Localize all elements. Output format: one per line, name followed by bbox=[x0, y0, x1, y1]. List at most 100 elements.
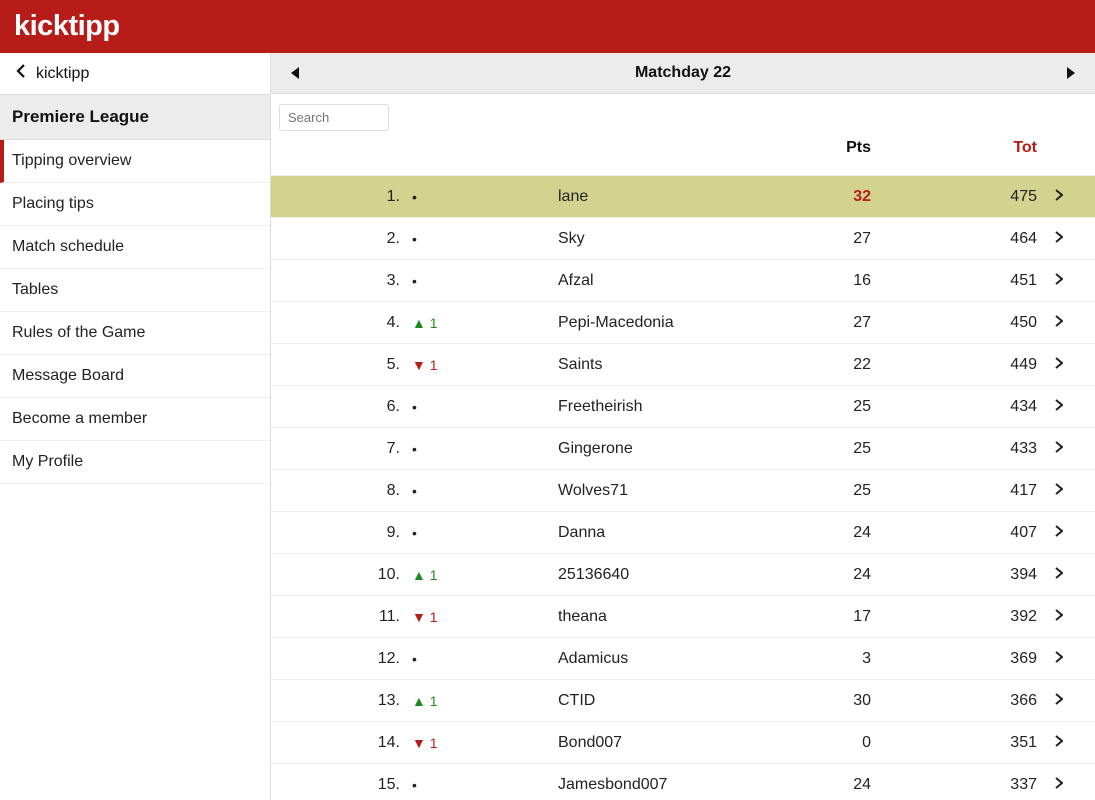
name-cell: 25136640 bbox=[446, 554, 761, 596]
rank-cell: 11. bbox=[271, 596, 406, 638]
pts-cell: 16 bbox=[761, 260, 901, 302]
name-cell: Afzal bbox=[446, 260, 761, 302]
chevron-right-icon bbox=[1041, 554, 1095, 596]
trend-up-icon: ▲ 1 bbox=[406, 554, 446, 596]
rank-cell: 10. bbox=[271, 554, 406, 596]
name-cell: theana bbox=[446, 596, 761, 638]
table-row[interactable]: 13.▲ 1CTID30366 bbox=[271, 680, 1095, 722]
rank-cell: 14. bbox=[271, 722, 406, 764]
matchday-bar: Matchday 22 bbox=[271, 53, 1095, 94]
trend-same-icon: • bbox=[406, 218, 446, 260]
rank-cell: 4. bbox=[271, 302, 406, 344]
pts-cell: 0 bbox=[761, 722, 901, 764]
table-row[interactable]: 4.▲ 1Pepi-Macedonia27450 bbox=[271, 302, 1095, 344]
chevron-right-icon bbox=[1041, 596, 1095, 638]
search-input[interactable] bbox=[279, 104, 389, 131]
sidebar-item-tables[interactable]: Tables bbox=[0, 269, 270, 312]
prev-matchday-button[interactable] bbox=[289, 66, 301, 80]
sidebar-item-placing-tips[interactable]: Placing tips bbox=[0, 183, 270, 226]
table-row[interactable]: 1.•lane32475 bbox=[271, 176, 1095, 218]
pts-cell: 25 bbox=[761, 428, 901, 470]
table-row[interactable]: 6.•Freetheirish25434 bbox=[271, 386, 1095, 428]
sidebar-item-become-a-member[interactable]: Become a member bbox=[0, 398, 270, 441]
trend-same-icon: • bbox=[406, 764, 446, 800]
rank-cell: 9. bbox=[271, 512, 406, 554]
table-row[interactable]: 3.•Afzal16451 bbox=[271, 260, 1095, 302]
rank-cell: 15. bbox=[271, 764, 406, 800]
trend-same-icon: • bbox=[406, 428, 446, 470]
chevron-right-icon bbox=[1041, 764, 1095, 800]
brand-logo[interactable]: kicktipp bbox=[14, 10, 120, 43]
name-cell: Danna bbox=[446, 512, 761, 554]
table-row[interactable]: 14.▼ 1Bond0070351 bbox=[271, 722, 1095, 764]
table-row[interactable]: 12.•Adamicus3369 bbox=[271, 638, 1095, 680]
chevron-right-icon bbox=[1041, 386, 1095, 428]
table-row[interactable]: 5.▼ 1Saints22449 bbox=[271, 344, 1095, 386]
chevron-right-icon bbox=[1041, 176, 1095, 218]
chevron-right-icon bbox=[1041, 218, 1095, 260]
name-cell: Bond007 bbox=[446, 722, 761, 764]
name-cell: Adamicus bbox=[446, 638, 761, 680]
trend-same-icon: • bbox=[406, 176, 446, 218]
sidebar-item-my-profile[interactable]: My Profile bbox=[0, 441, 270, 484]
sidebar-nav: Tipping overviewPlacing tipsMatch schedu… bbox=[0, 140, 270, 484]
app-header: kicktipp bbox=[0, 0, 1095, 53]
standings-table-wrap: Pts Tot 1.•lane324752.•Sky274643.•Afzal1… bbox=[271, 131, 1095, 800]
pts-cell: 25 bbox=[761, 470, 901, 512]
tot-cell: 351 bbox=[901, 722, 1041, 764]
trend-same-icon: • bbox=[406, 512, 446, 554]
tot-cell: 451 bbox=[901, 260, 1041, 302]
table-row[interactable]: 9.•Danna24407 bbox=[271, 512, 1095, 554]
sidebar-item-message-board[interactable]: Message Board bbox=[0, 355, 270, 398]
tot-cell: 464 bbox=[901, 218, 1041, 260]
sidebar-item-rules-of-the-game[interactable]: Rules of the Game bbox=[0, 312, 270, 355]
table-row[interactable]: 11.▼ 1theana17392 bbox=[271, 596, 1095, 638]
tot-cell: 392 bbox=[901, 596, 1041, 638]
chevron-right-icon bbox=[1041, 344, 1095, 386]
chevron-right-icon bbox=[1041, 680, 1095, 722]
rank-cell: 5. bbox=[271, 344, 406, 386]
breadcrumb-label: kicktipp bbox=[36, 65, 89, 83]
sidebar-item-tipping-overview[interactable]: Tipping overview bbox=[0, 140, 270, 183]
standings-body: 1.•lane324752.•Sky274643.•Afzal164514.▲ … bbox=[271, 176, 1095, 800]
table-row[interactable]: 7.•Gingerone25433 bbox=[271, 428, 1095, 470]
tot-cell: 449 bbox=[901, 344, 1041, 386]
table-row[interactable]: 15.•Jamesbond00724337 bbox=[271, 764, 1095, 800]
main-content: Matchday 22 Pts Tot bbox=[271, 53, 1095, 800]
matchday-label: Matchday 22 bbox=[635, 64, 731, 82]
name-cell: Gingerone bbox=[446, 428, 761, 470]
name-cell: lane bbox=[446, 176, 761, 218]
pts-cell: 22 bbox=[761, 344, 901, 386]
chevron-right-icon bbox=[1041, 428, 1095, 470]
rank-cell: 7. bbox=[271, 428, 406, 470]
trend-same-icon: • bbox=[406, 260, 446, 302]
table-row[interactable]: 2.•Sky27464 bbox=[271, 218, 1095, 260]
col-pts[interactable]: Pts bbox=[761, 131, 901, 176]
tot-cell: 366 bbox=[901, 680, 1041, 722]
tot-cell: 475 bbox=[901, 176, 1041, 218]
pts-cell: 30 bbox=[761, 680, 901, 722]
table-row[interactable]: 8.•Wolves7125417 bbox=[271, 470, 1095, 512]
breadcrumb[interactable]: kicktipp bbox=[0, 53, 270, 94]
col-tot[interactable]: Tot bbox=[901, 131, 1041, 176]
pts-cell: 27 bbox=[761, 302, 901, 344]
pts-cell: 24 bbox=[761, 554, 901, 596]
tot-cell: 369 bbox=[901, 638, 1041, 680]
name-cell: Sky bbox=[446, 218, 761, 260]
pts-cell: 3 bbox=[761, 638, 901, 680]
name-cell: Pepi-Macedonia bbox=[446, 302, 761, 344]
tot-cell: 337 bbox=[901, 764, 1041, 800]
sidebar-item-match-schedule[interactable]: Match schedule bbox=[0, 226, 270, 269]
chevron-right-icon bbox=[1041, 638, 1095, 680]
tot-cell: 407 bbox=[901, 512, 1041, 554]
name-cell: Freetheirish bbox=[446, 386, 761, 428]
table-row[interactable]: 10.▲ 12513664024394 bbox=[271, 554, 1095, 596]
rank-cell: 1. bbox=[271, 176, 406, 218]
rank-cell: 13. bbox=[271, 680, 406, 722]
chevron-right-icon bbox=[1041, 512, 1095, 554]
trend-up-icon: ▲ 1 bbox=[406, 302, 446, 344]
tot-cell: 450 bbox=[901, 302, 1041, 344]
next-matchday-button[interactable] bbox=[1065, 66, 1077, 80]
tot-cell: 417 bbox=[901, 470, 1041, 512]
name-cell: Wolves71 bbox=[446, 470, 761, 512]
